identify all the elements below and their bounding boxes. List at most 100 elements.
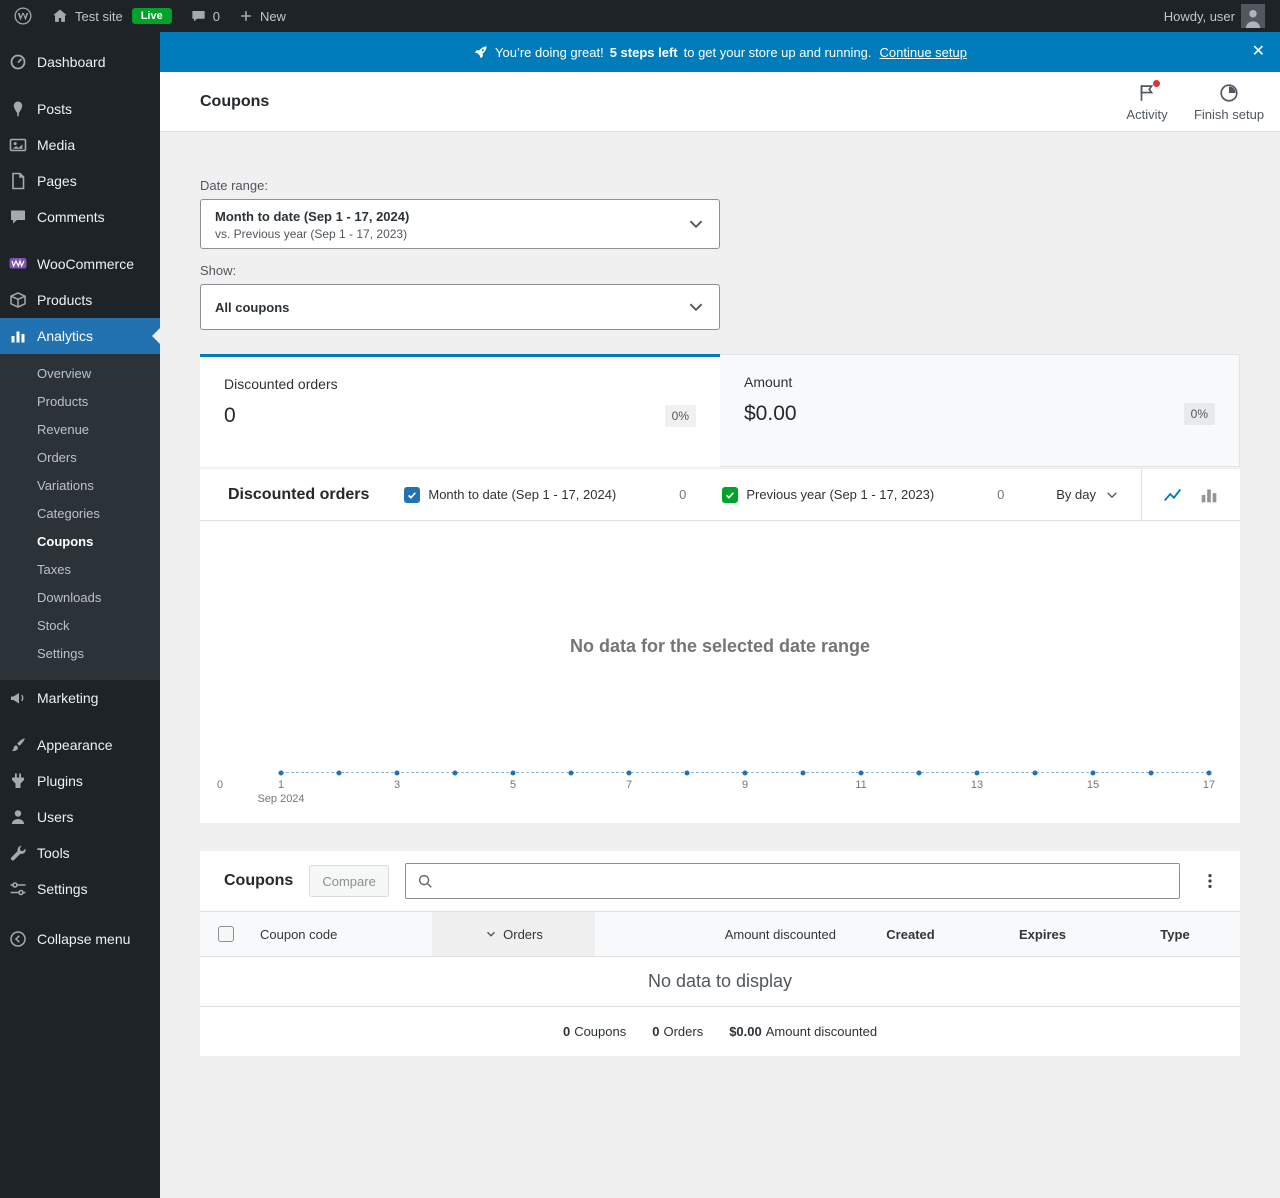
sidebar-item-posts[interactable]: Posts xyxy=(0,91,160,127)
submenu-item-categories[interactable]: Categories xyxy=(0,500,160,528)
checkbox-checked-blue[interactable] xyxy=(404,486,421,503)
sidebar-item-label: Pages xyxy=(37,173,77,189)
legend-item-previous-period[interactable]: Previous year (Sep 1 - 17, 2023) 0 xyxy=(722,486,1018,503)
sidebar-item-collapse-menu[interactable]: Collapse menu xyxy=(0,921,160,957)
legend-item-current-period[interactable]: Month to date (Sep 1 - 17, 2024) 0 xyxy=(404,486,700,503)
legend-count: 0 xyxy=(679,487,687,502)
wrench-icon xyxy=(8,843,28,863)
comment-icon xyxy=(190,8,207,25)
activity-button[interactable]: Activity xyxy=(1106,78,1188,126)
sliders-icon xyxy=(8,879,28,899)
sidebar-item-marketing[interactable]: Marketing xyxy=(0,680,160,716)
submenu-item-settings[interactable]: Settings xyxy=(0,640,160,668)
column-header-amount-discounted[interactable]: Amount discounted xyxy=(595,912,846,956)
speech-bubble-icon xyxy=(8,207,28,227)
y-axis-zero-label: 0 xyxy=(217,779,224,791)
interval-select[interactable]: By day xyxy=(1056,487,1119,502)
sidebar-item-tools[interactable]: Tools xyxy=(0,835,160,871)
x-axis-tick-label: 3 xyxy=(393,779,401,791)
chevron-down-icon xyxy=(687,298,705,316)
page-header: Coupons Activity Finish setup xyxy=(160,72,1280,132)
sidebar-item-dashboard[interactable]: Dashboard xyxy=(0,44,160,80)
show-select[interactable]: All coupons xyxy=(200,284,720,330)
line-chart-icon[interactable] xyxy=(1162,484,1184,506)
chart-point xyxy=(568,770,574,776)
chart-point xyxy=(858,770,864,776)
submenu-item-downloads[interactable]: Downloads xyxy=(0,584,160,612)
column-header-expires[interactable]: Expires xyxy=(975,912,1110,956)
sidebar-item-woocommerce[interactable]: WooCommerce xyxy=(0,246,160,282)
date-range-select[interactable]: Month to date (Sep 1 - 17, 2024) vs. Pre… xyxy=(200,199,720,249)
chevron-down-icon xyxy=(687,215,705,233)
site-name: Test site xyxy=(75,8,123,24)
summary-tile-discounted-orders[interactable]: Discounted orders 0 0% xyxy=(200,354,720,467)
submenu-item-products[interactable]: Products xyxy=(0,388,160,416)
chart-point xyxy=(626,770,632,776)
summary-tile-amount[interactable]: Amount $0.00 0% xyxy=(720,354,1240,467)
bar-chart-icon[interactable] xyxy=(1198,484,1220,506)
ellipsis-menu-icon[interactable] xyxy=(1196,872,1224,890)
sidebar-item-users[interactable]: Users xyxy=(0,799,160,835)
sidebar-item-products[interactable]: Products xyxy=(0,282,160,318)
new-content-menu[interactable]: New xyxy=(229,0,295,32)
search-input[interactable] xyxy=(440,873,1169,889)
sidebar-item-analytics[interactable]: Analytics xyxy=(0,318,160,354)
chart-point xyxy=(278,770,284,776)
x-axis-tick-label: 15 xyxy=(1086,779,1100,791)
site-menu[interactable]: Test site Live xyxy=(42,0,181,32)
sidebar-item-pages[interactable]: Pages xyxy=(0,163,160,199)
sidebar-item-media[interactable]: Media xyxy=(0,127,160,163)
finish-setup-button[interactable]: Finish setup xyxy=(1188,78,1270,126)
comments-shortcut[interactable]: 0 xyxy=(181,0,229,32)
sidebar-item-label: Media xyxy=(37,137,76,153)
continue-setup-link[interactable]: Continue setup xyxy=(880,45,967,60)
checkbox-checked-green[interactable] xyxy=(722,486,739,503)
column-header-created[interactable]: Created xyxy=(846,912,975,956)
page-title: Coupons xyxy=(200,92,270,110)
x-axis-tick-label: 11 xyxy=(855,779,867,791)
close-icon[interactable]: ✕ xyxy=(1252,44,1265,60)
sidebar-item-appearance[interactable]: Appearance xyxy=(0,727,160,763)
column-header-coupon-code[interactable]: Coupon code xyxy=(252,912,432,956)
submenu-item-stock[interactable]: Stock xyxy=(0,612,160,640)
sidebar-item-settings[interactable]: Settings xyxy=(0,871,160,907)
chart-point xyxy=(742,770,748,776)
summary-coupons: 0 Coupons xyxy=(562,1024,627,1039)
column-header-orders[interactable]: Orders xyxy=(432,912,595,956)
sidebar-item-label: Dashboard xyxy=(37,54,106,70)
live-badge: Live xyxy=(131,8,172,24)
search-box[interactable] xyxy=(404,863,1180,899)
banner-steps-left: 5 steps left xyxy=(609,44,678,60)
chart-point xyxy=(1090,770,1096,776)
wordpress-logo[interactable] xyxy=(4,0,42,32)
x-axis-tick-label: 17 xyxy=(1202,779,1216,791)
submenu-item-taxes[interactable]: Taxes xyxy=(0,556,160,584)
tile-value: $0.00 xyxy=(744,402,797,425)
submenu-item-orders[interactable]: Orders xyxy=(0,444,160,472)
sidebar-item-label: Collapse menu xyxy=(37,931,131,947)
sidebar-item-label: Users xyxy=(37,809,74,825)
show-value: All coupons xyxy=(215,299,290,315)
tile-label: Amount xyxy=(744,374,793,390)
sidebar-item-comments[interactable]: Comments xyxy=(0,199,160,235)
sidebar-item-label: Posts xyxy=(37,101,73,117)
submenu-item-overview[interactable]: Overview xyxy=(0,360,160,388)
chart-empty-message: No data for the selected date range xyxy=(569,636,871,656)
submenu-item-variations[interactable]: Variations xyxy=(0,472,160,500)
submenu-item-coupons[interactable]: Coupons xyxy=(0,528,160,556)
select-all-checkbox[interactable] xyxy=(218,926,234,942)
compare-button[interactable]: Compare xyxy=(309,865,389,897)
admin-bar: Test site Live 0 New Howdy, user xyxy=(0,0,1280,32)
account-menu[interactable]: Howdy, user xyxy=(1155,0,1274,32)
sidebar-item-plugins[interactable]: Plugins xyxy=(0,763,160,799)
unread-dot xyxy=(1153,79,1160,87)
search-icon xyxy=(416,872,434,890)
submenu-item-revenue[interactable]: Revenue xyxy=(0,416,160,444)
chevron-down-icon xyxy=(1105,488,1119,502)
banner-message-tail: to get your store up and running. xyxy=(683,44,872,60)
megaphone-icon xyxy=(8,688,28,708)
document-icon xyxy=(8,171,28,191)
column-header-type[interactable]: Type xyxy=(1110,912,1240,956)
table-summary-row: 0 Coupons 0 Orders $0.00 Amount discounted xyxy=(200,1006,1240,1056)
sidebar-item-label: Products xyxy=(37,292,93,308)
